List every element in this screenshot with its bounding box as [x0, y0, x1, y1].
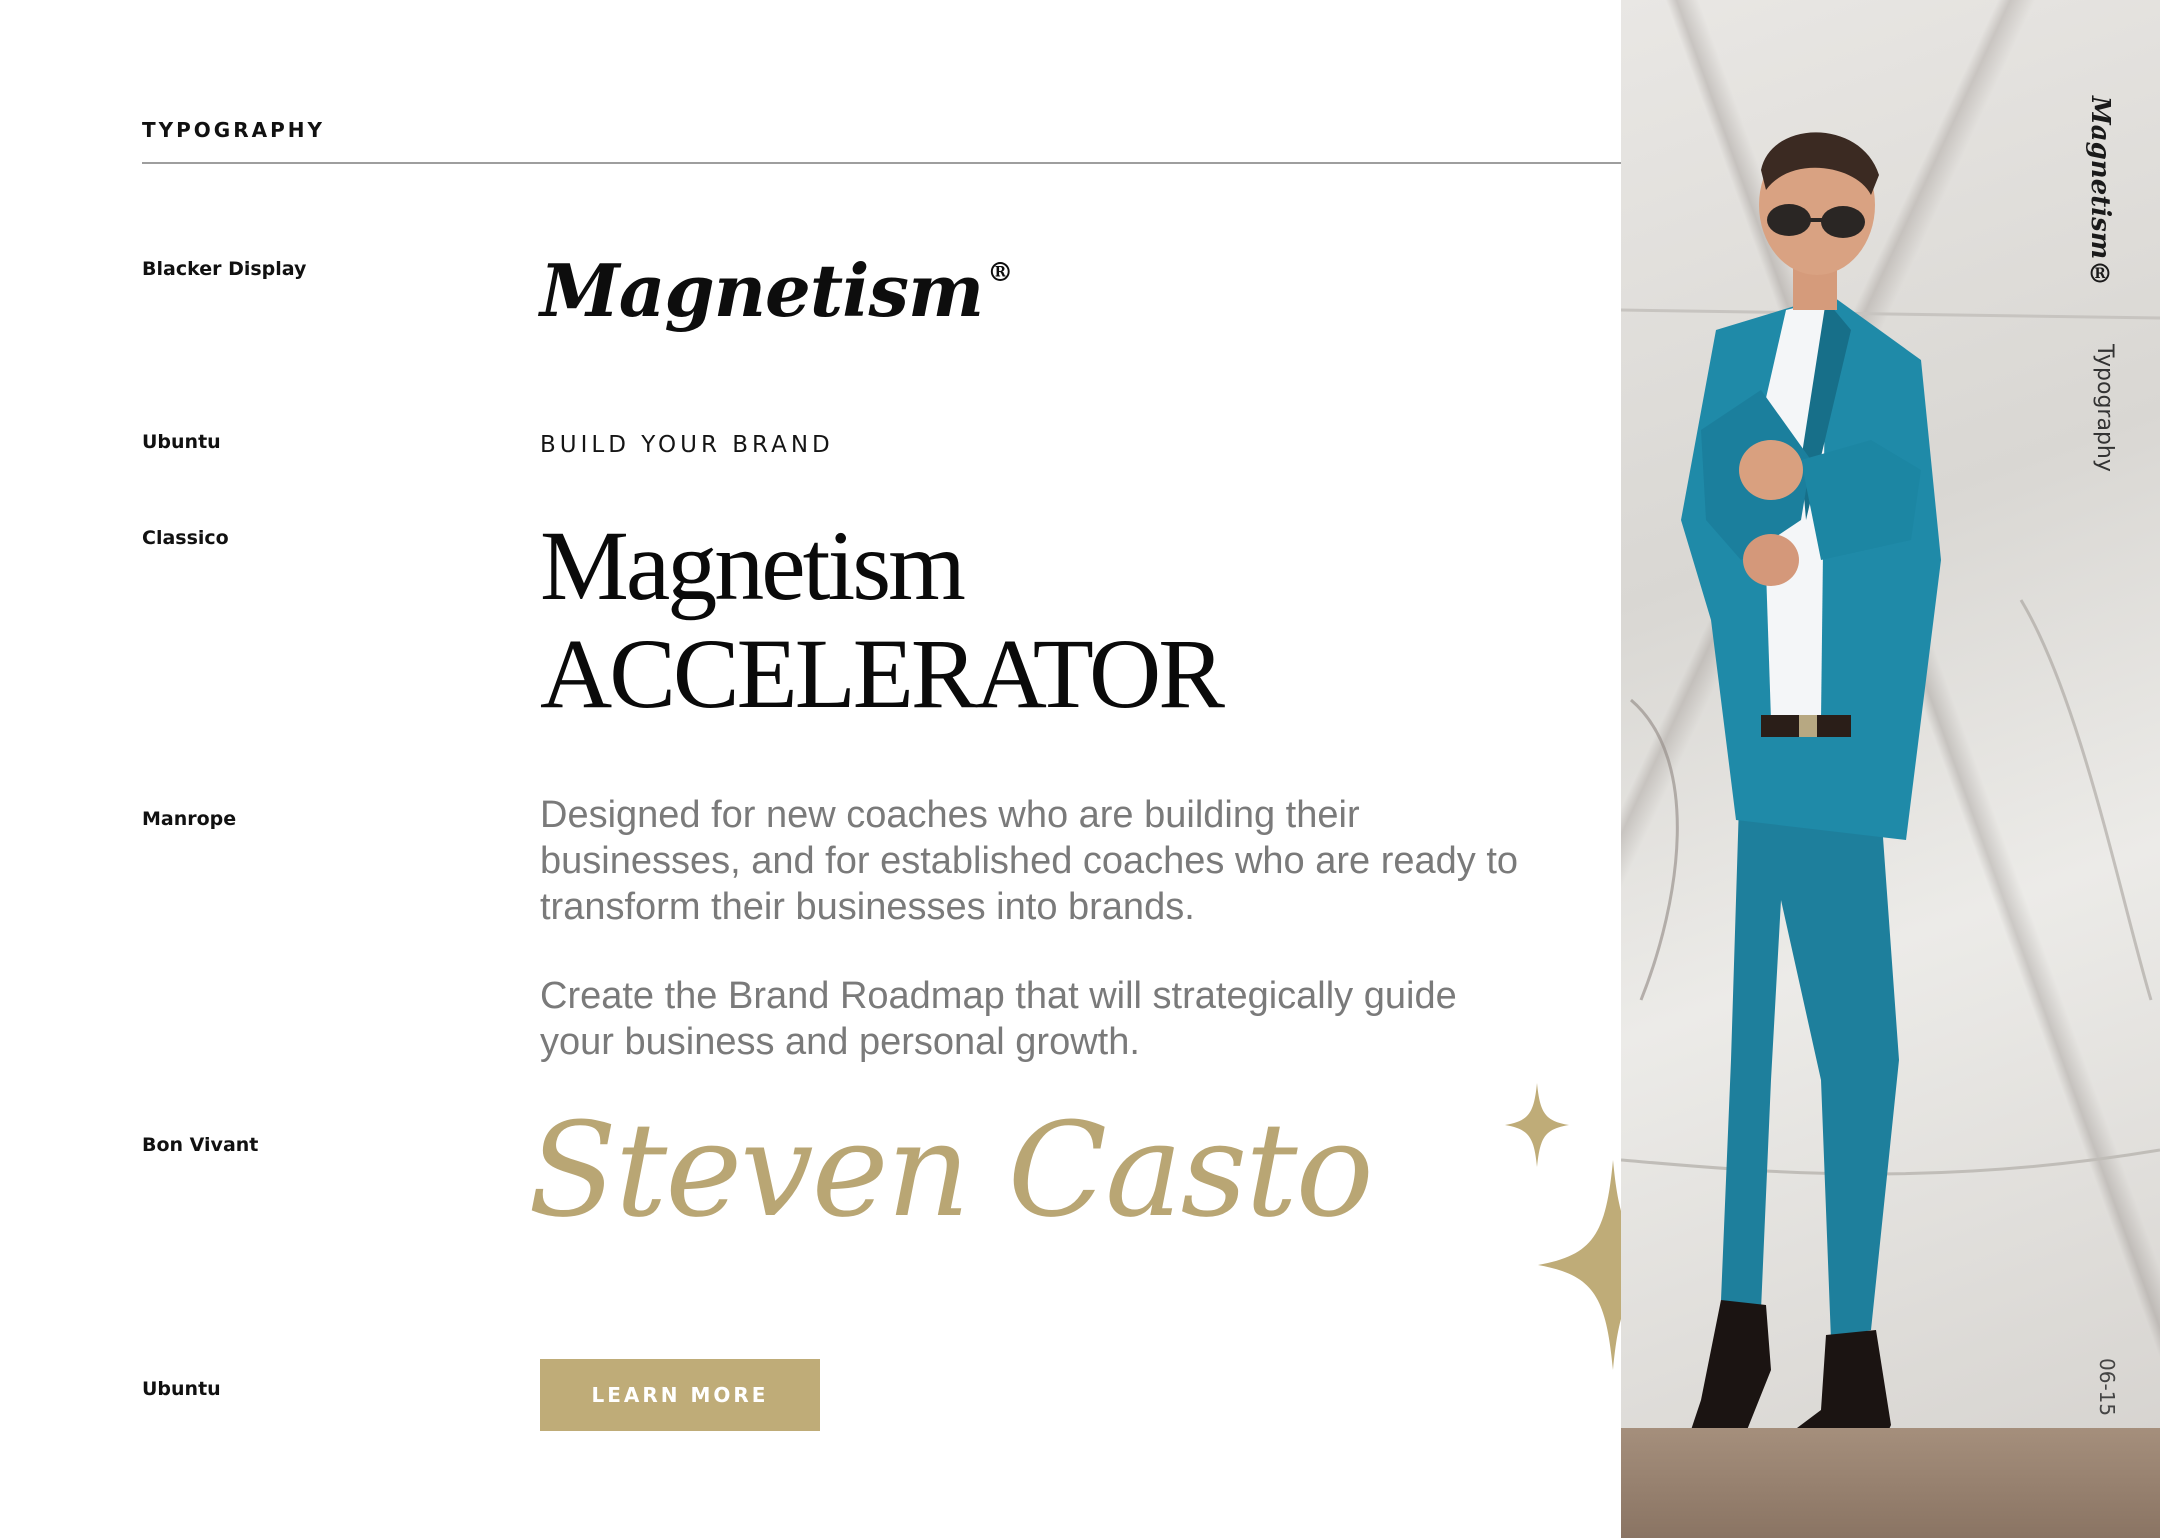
font-label-ubuntu: Ubuntu: [142, 431, 221, 453]
floor: [1621, 1428, 2160, 1538]
sample-headline: Magnetism ACCELERATOR: [540, 510, 1225, 729]
hero-photo: [1621, 0, 2160, 1538]
headline-line-1: Magnetism: [540, 510, 966, 621]
sidebar-brand: Magnetism®: [2085, 96, 2115, 290]
sample-body-paragraph-1: Designed for new coaches who are buildin…: [540, 794, 1519, 928]
font-label-ubuntu-button: Ubuntu: [142, 1378, 221, 1400]
sample-body-paragraph-2: Create the Brand Roadmap that will strat…: [540, 975, 1457, 1063]
section-title: TYPOGRAPHY: [142, 118, 325, 142]
sparkle-small-icon: [1505, 1083, 1569, 1167]
font-label-classico: Classico: [142, 527, 229, 549]
font-label-manrope: Manrope: [142, 808, 237, 830]
man-in-teal-suit-illustration: [1621, 132, 2160, 1490]
page-number: 06-15: [2095, 1358, 2119, 1417]
sidebar-section: Typography: [2092, 344, 2117, 472]
font-label-blacker-display: Blacker Display: [142, 258, 307, 280]
header-divider: [142, 162, 1621, 164]
signature-text: Steven Casto: [528, 1094, 1374, 1246]
sample-logo-wordmark: Magnetism ®: [540, 248, 1013, 333]
logo-wordmark-text: Magnetism: [540, 248, 984, 333]
sample-signature: Steven Casto: [528, 1090, 1374, 1260]
sample-eyebrow: BUILD YOUR BRAND: [540, 432, 834, 458]
learn-more-button[interactable]: LEARN MORE: [540, 1359, 820, 1431]
font-label-bon-vivant: Bon Vivant: [142, 1134, 259, 1156]
headline-line-2: ACCELERATOR: [540, 618, 1225, 729]
registered-mark: ®: [987, 258, 1013, 288]
